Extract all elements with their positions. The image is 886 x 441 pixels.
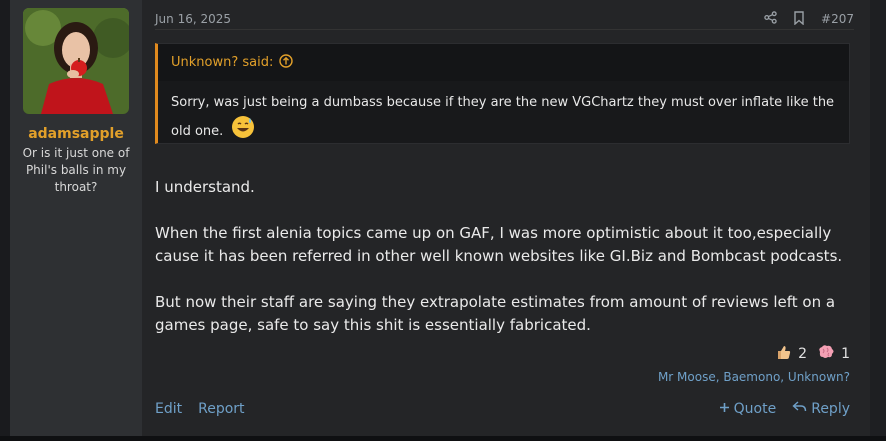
- quote-button[interactable]: Quote: [719, 400, 777, 417]
- quote-block: Unknown? said: Sorry, was just being a d…: [155, 43, 850, 144]
- post-header: Jun 16, 2025 #207: [155, 10, 854, 28]
- quote-header[interactable]: Unknown? said:: [158, 44, 849, 81]
- avatar-image: [23, 8, 129, 114]
- reaction-users[interactable]: Mr Moose, Baemono, Unknown?: [658, 370, 850, 384]
- post-separator: [0, 436, 886, 441]
- arrow-up-circle-icon[interactable]: [279, 53, 294, 72]
- avatar[interactable]: [23, 8, 129, 114]
- plus-icon: [719, 401, 730, 417]
- sweat-smile-emoji-icon: [231, 115, 255, 148]
- quote-text-content: Sorry, was just being a dumbass because …: [171, 95, 835, 139]
- reaction-brain[interactable]: 1: [817, 344, 850, 364]
- left-rail: [0, 0, 10, 436]
- post-main: Jun 16, 2025 #207 Unknown? said: Sorry, …: [142, 0, 870, 436]
- reply-icon: [792, 400, 807, 417]
- thumbs-up-icon: [776, 344, 792, 364]
- message-paragraph: I understand.: [155, 178, 255, 196]
- user-panel: adamsapple Or is it just one of Phil's b…: [10, 0, 142, 436]
- reaction-count: 2: [798, 346, 808, 362]
- brain-icon: [817, 344, 835, 364]
- edit-button[interactable]: Edit: [155, 401, 182, 417]
- post-date[interactable]: Jun 16, 2025: [155, 12, 231, 26]
- post: adamsapple Or is it just one of Phil's b…: [0, 0, 870, 436]
- reaction-thumbs-up[interactable]: 2: [776, 344, 807, 364]
- report-button[interactable]: Report: [198, 401, 244, 417]
- bookmark-icon[interactable]: [793, 10, 805, 28]
- post-number[interactable]: #207: [821, 12, 854, 26]
- share-icon[interactable]: [764, 11, 777, 27]
- header-divider: [155, 29, 854, 30]
- username[interactable]: adamsapple: [28, 126, 124, 142]
- quote-text: Sorry, was just being a dumbass because …: [158, 81, 849, 148]
- user-title: Or is it just one of Phil's balls in my …: [22, 146, 130, 194]
- reply-button[interactable]: Reply: [792, 400, 850, 417]
- reply-label: Reply: [811, 400, 850, 417]
- message-paragraph: When the first alenia topics came up on …: [155, 224, 843, 265]
- message-paragraph: But now their staff are saying they extr…: [155, 293, 836, 334]
- post-footer: Edit Report Quote Reply: [155, 400, 850, 417]
- quote-label: Quote: [733, 400, 777, 417]
- page-edge: [870, 0, 886, 441]
- reactions-bar: 2 1: [776, 344, 850, 364]
- message-body: I understand. When the first alenia topi…: [155, 176, 850, 360]
- reaction-count: 1: [841, 346, 850, 362]
- quote-author[interactable]: Unknown? said:: [171, 55, 273, 70]
